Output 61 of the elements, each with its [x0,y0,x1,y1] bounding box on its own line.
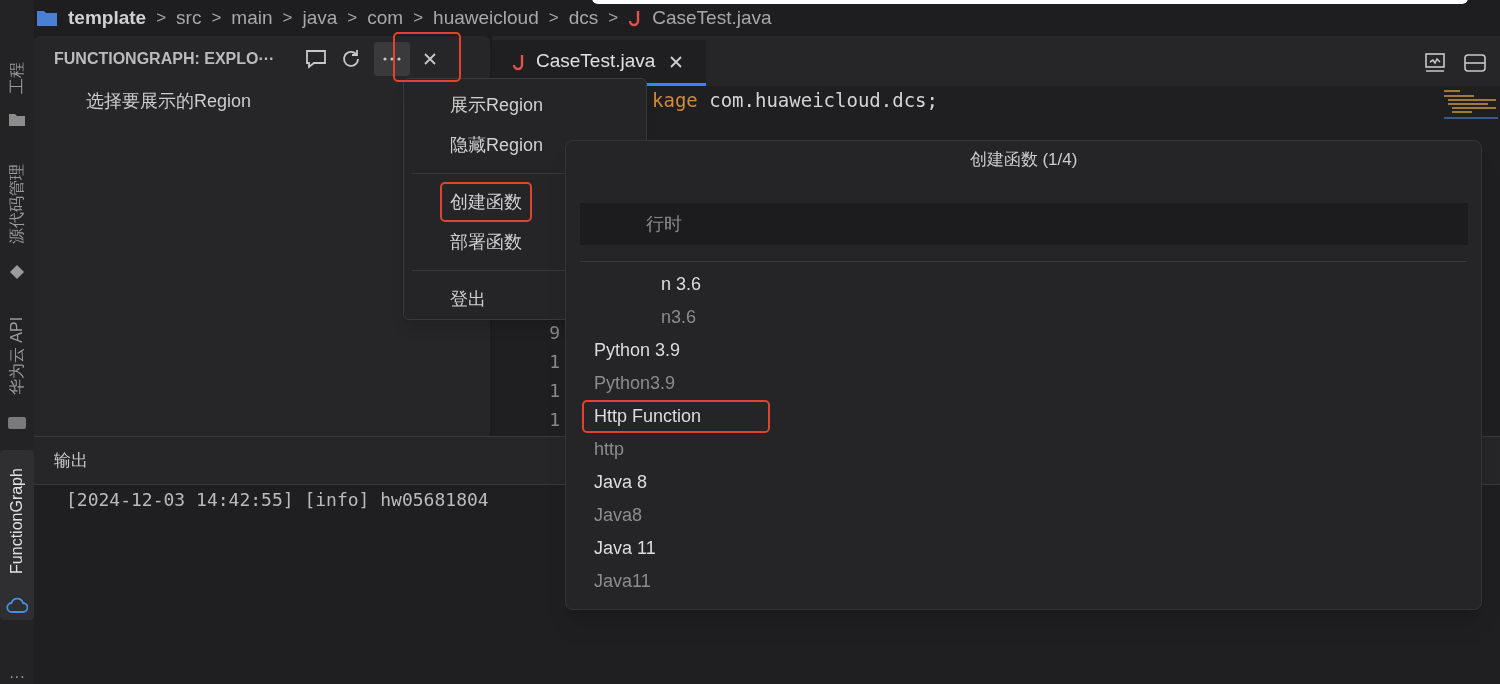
option-description: Java11 [594,570,651,593]
breadcrumb-item[interactable]: com [367,3,404,33]
java-icon [512,52,526,71]
minimap-drawing [1442,88,1498,122]
menu-item[interactable]: 登出 [440,279,496,319]
close-icon[interactable] [669,54,684,69]
option-description: Python3.9 [594,372,676,395]
panel-title: FUNCTIONGRAPH: EXPLO··· [54,49,275,69]
panel-title[interactable]: 输出 [54,447,88,474]
cloud-icon[interactable] [6,596,28,614]
breadcrumb-separator: > [282,7,293,30]
input-field[interactable]: 行时 [580,203,1468,245]
breadcrumb-separator: > [608,7,619,30]
activity-label[interactable]: 华为云 API [5,316,29,396]
split-layout-icon[interactable] [1464,54,1486,72]
monitor-icon[interactable] [1424,53,1446,73]
more-text[interactable]: ··· [9,670,25,684]
breadcrumb-separator: > [413,7,424,30]
line-number: 1 [549,351,560,372]
folder-icon[interactable] [8,112,26,128]
option-description: http [594,438,625,461]
folder-icon [36,9,58,27]
message-text: 选择要展示的Region [86,91,252,111]
activity-label[interactable]: 源代码管理 [5,164,29,244]
option-description: n3.6 [661,306,697,329]
comment-icon[interactable] [304,48,329,70]
panel-title: 创建函数 (1/4) [969,149,1078,172]
line-number: 1 [549,380,560,401]
api-icon[interactable] [7,416,27,430]
menu-item[interactable]: 隐藏Region [440,125,554,165]
activity-label[interactable]: 工程 [5,62,29,94]
line-number: 1 [549,409,560,430]
menu-item[interactable]: 部署函数 [440,222,532,262]
breadcrumb-item[interactable]: CaseTest.java [652,3,772,33]
breadcrumb-item[interactable]: huaweicloud [433,3,539,33]
close-icon[interactable] [422,51,439,67]
breadcrumb-separator: > [548,7,559,30]
option-label[interactable]: n 3.6 [649,268,714,301]
breadcrumb-separator: > [211,7,222,30]
option-description: Java8 [594,504,643,527]
breadcrumb-separator: > [156,7,167,30]
option-label[interactable]: Java 11 [582,532,668,565]
breadcrumb-item[interactable]: main [231,3,273,33]
breadcrumb-item[interactable]: java [302,3,338,33]
diamond-icon[interactable] [9,264,25,280]
activity-tab[interactable]: FunctionGraph [0,450,34,620]
breadcrumb-separator: > [347,7,358,30]
activity-label[interactable]: FunctionGraph [5,468,29,574]
more-button[interactable] [374,42,411,76]
breadcrumb-item[interactable]: template [68,3,147,33]
code-line: kage com.huaweicloud.dcs; [652,89,938,111]
menu-item[interactable]: 创建函数 [440,182,532,222]
line-number: 9 [549,322,560,343]
option-label[interactable]: Java 8 [582,466,660,499]
breadcrumb-item[interactable]: src [176,3,202,33]
option-label[interactable]: Http Function [582,400,770,433]
log-line: [2024-12-03 14:42:55] [info] hw05681804 [66,489,489,510]
more-icon [383,57,402,61]
menu-item[interactable]: 展示Region [440,85,554,125]
option-label[interactable]: Python 3.9 [582,334,693,367]
breadcrumb-item[interactable]: dcs [568,3,599,33]
